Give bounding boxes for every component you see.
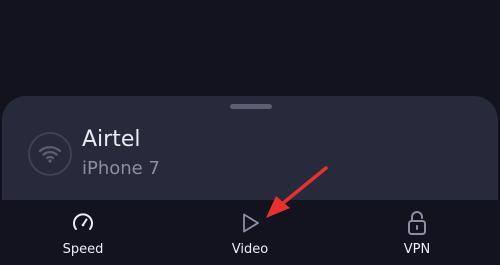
- tab-video-label: Video: [231, 242, 269, 257]
- play-icon: [237, 210, 263, 236]
- network-sheet[interactable]: Airtel iPhone 7: [2, 96, 498, 216]
- speedometer-icon: [70, 210, 96, 236]
- wifi-icon: [28, 132, 72, 176]
- app-screen: Airtel iPhone 7 Speed Video VPN: [0, 0, 500, 265]
- unlock-icon: [404, 210, 430, 236]
- tab-vpn-label: VPN: [403, 242, 431, 257]
- tab-vpn[interactable]: VPN: [357, 210, 477, 262]
- bottom-tab-bar: Speed Video VPN: [0, 200, 500, 265]
- tab-speed[interactable]: Speed: [23, 210, 143, 262]
- tab-video[interactable]: Video: [190, 210, 310, 262]
- tab-speed-label: Speed: [62, 242, 104, 257]
- device-name: iPhone 7: [82, 158, 160, 179]
- sheet-drag-handle[interactable]: [230, 104, 272, 109]
- network-name: Airtel: [82, 127, 141, 152]
